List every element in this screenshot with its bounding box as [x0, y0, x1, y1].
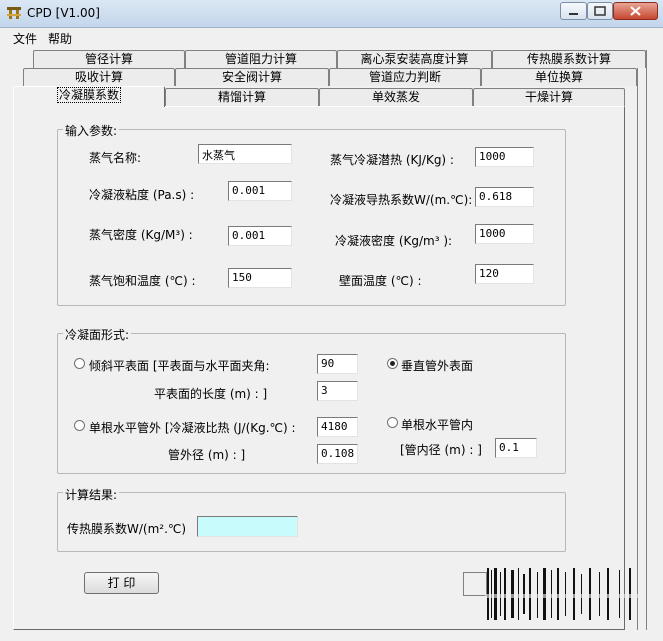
print-button[interactable]: 打 印	[84, 572, 159, 594]
plane-length-label: 平表面的长度 (m) : ]	[154, 387, 268, 401]
tab-safety-valve[interactable]: 安全阀计算	[175, 68, 329, 86]
conductivity-label: 冷凝液导热系数W/(m.℃):	[330, 193, 473, 207]
incline-radio[interactable]	[74, 358, 85, 369]
specific-heat-field[interactable]: 4180	[317, 417, 358, 437]
tab-unit-convert[interactable]: 单位换算	[481, 68, 637, 86]
menu-help[interactable]: 帮助	[48, 30, 72, 47]
tab-stack-edge	[637, 68, 638, 630]
liquid-density-label: 冷凝液密度 (Kg/m³ ):	[335, 234, 453, 248]
menu-file[interactable]: 文件	[13, 30, 37, 47]
window-title: CPD [V1.00]	[27, 6, 100, 20]
horizontal-inner-label: 单根水平管内	[401, 418, 474, 432]
horizontal-inner-radio[interactable]	[387, 417, 398, 428]
plane-length-field[interactable]: 3	[317, 381, 358, 401]
tab-pipe-resistance[interactable]: 管道阻力计算	[185, 50, 337, 68]
vapor-name-field[interactable]: 水蒸气	[198, 144, 292, 164]
app-icon	[7, 7, 21, 19]
tab-condensation[interactable]: 冷凝膜系数	[13, 86, 165, 107]
coefficient-label: 传热膜系数W/(m².℃)	[67, 522, 187, 536]
vertical-outer-radio[interactable]	[387, 358, 398, 369]
partial-button[interactable]	[463, 572, 487, 596]
surface-form-group	[57, 333, 566, 474]
viscosity-field[interactable]: 0.001	[228, 181, 292, 201]
tab-distillation[interactable]: 精馏计算	[165, 88, 319, 106]
latent-heat-label: 蒸气冷凝潜热 (KJ/Kg) :	[330, 153, 454, 167]
close-icon	[630, 6, 641, 16]
tab-pipe-diameter[interactable]: 管径计算	[33, 50, 185, 68]
tab-drying[interactable]: 干燥计算	[473, 88, 625, 106]
tab-pipe-stress[interactable]: 管道应力判断	[329, 68, 481, 86]
latent-heat-field[interactable]: 1000	[475, 147, 534, 167]
outer-diameter-field[interactable]: 0.108	[317, 444, 358, 464]
liquid-density-field[interactable]: 1000	[475, 224, 534, 244]
input-params-title: 输入参数:	[63, 122, 120, 139]
conductivity-field[interactable]: 0.618	[475, 187, 534, 207]
minimize-button[interactable]	[560, 2, 587, 20]
tab-evaporation[interactable]: 单效蒸发	[319, 88, 473, 106]
tab-stack-edge-outer	[646, 50, 647, 630]
outer-diameter-label: 管外径 (m) : ]	[168, 448, 246, 462]
incline-label: 倾斜平表面 [平表面与水平面夹角:	[89, 359, 270, 373]
sat-temp-label: 蒸气饱和温度 (℃) :	[89, 274, 196, 288]
maximize-button[interactable]	[587, 2, 613, 20]
render-artifact-icon	[485, 568, 645, 620]
wall-temp-label: 壁面温度 (℃) :	[339, 274, 422, 288]
wall-temp-field[interactable]: 120	[475, 264, 534, 284]
tab-condensation-label: 冷凝膜系数	[56, 87, 121, 103]
results-title: 计算结果:	[63, 486, 120, 503]
close-button[interactable]	[613, 2, 658, 20]
maximize-icon	[594, 6, 606, 16]
horizontal-outer-label: 单根水平管外 [冷凝液比热 (J/(Kg.℃) :	[89, 421, 296, 435]
vapor-density-field[interactable]: 0.001	[228, 226, 292, 246]
tab-heat-transfer[interactable]: 传热膜系数计算	[492, 50, 646, 68]
surface-form-title: 冷凝面形式:	[63, 326, 132, 343]
incline-angle-field[interactable]: 90	[317, 354, 358, 374]
horizontal-outer-radio[interactable]	[74, 420, 85, 431]
vapor-density-label: 蒸气密度 (Kg/M³) :	[89, 228, 193, 242]
menu-bar	[0, 28, 663, 47]
sat-temp-field[interactable]: 150	[228, 268, 292, 288]
viscosity-label: 冷凝液粘度 (Pa.s) :	[89, 188, 195, 202]
tab-pump-height[interactable]: 离心泵安装高度计算	[337, 50, 492, 68]
vertical-outer-label: 垂直管外表面	[401, 359, 474, 373]
inner-diameter-field[interactable]: 0.1	[495, 438, 537, 458]
inner-diameter-label: [管内径 (m) : ]	[400, 443, 482, 457]
vapor-name-label: 蒸气名称:	[89, 151, 142, 165]
tab-absorption[interactable]: 吸收计算	[23, 68, 175, 86]
minimize-icon	[569, 13, 578, 15]
coefficient-result-field	[197, 516, 298, 537]
